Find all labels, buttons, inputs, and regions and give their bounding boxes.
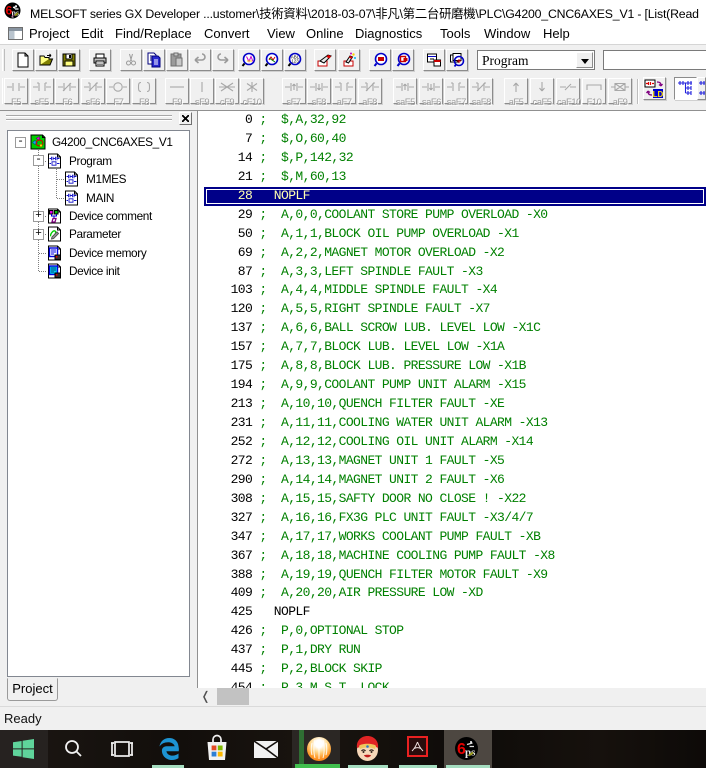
svg-text:ps: ps — [465, 747, 476, 759]
svg-text:123: 123 — [291, 59, 299, 64]
svg-text:LD: LD — [653, 90, 664, 99]
